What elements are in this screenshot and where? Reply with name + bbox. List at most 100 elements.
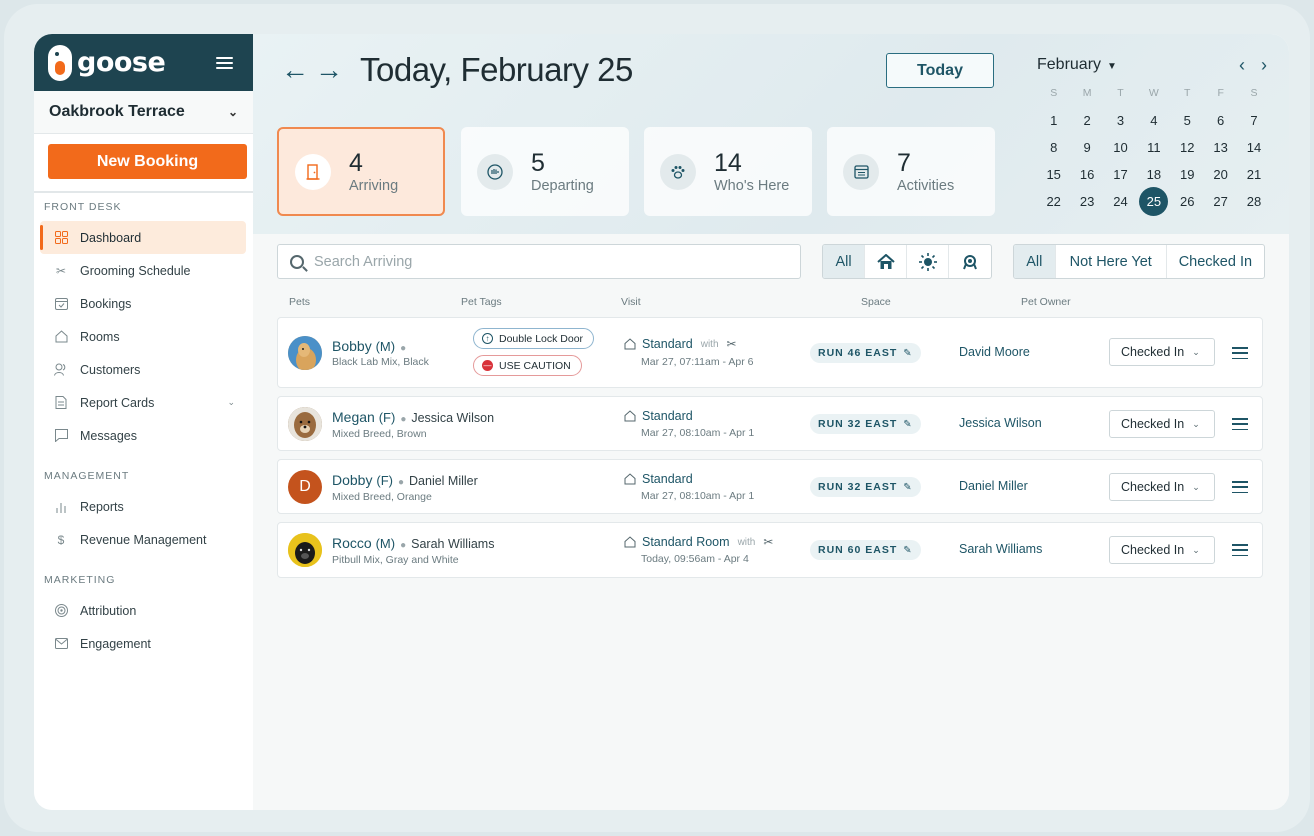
calendar-icon (843, 153, 879, 190)
status-filter-all[interactable]: All (1014, 245, 1056, 278)
table-row[interactable]: Megan (F) ● Jessica Wilson Mixed Breed, Br… (277, 396, 1263, 451)
calendar-day[interactable]: 17 (1104, 161, 1137, 188)
sidebar-item-grooming-schedule[interactable]: ✂ Grooming Schedule (34, 254, 253, 287)
calendar-day[interactable]: 12 (1171, 134, 1204, 161)
stat-card-arriving[interactable]: 4 Arriving (277, 127, 445, 216)
list-menu-icon[interactable] (1232, 481, 1248, 493)
calendar-day[interactable]: 18 (1137, 161, 1170, 188)
stat-card-activities[interactable]: 7 Activities (827, 127, 995, 216)
visit-dates: Mar 27, 07:11am - Apr 6 (641, 356, 754, 368)
pet-name[interactable]: Dobby (F) ● Daniel Miller (332, 472, 478, 488)
sidebar-item-reports[interactable]: Reports (34, 490, 253, 523)
calendar-day[interactable]: 3 (1104, 107, 1137, 134)
calendar-day[interactable]: 27 (1204, 188, 1237, 215)
today-button[interactable]: Today (886, 53, 994, 88)
calendar-day[interactable]: 24 (1104, 188, 1137, 215)
status-filter-not-here-yet[interactable]: Not Here Yet (1056, 245, 1167, 278)
sidebar-item-revenue-management[interactable]: $ Revenue Management (34, 523, 253, 556)
sidebar-item-rooms[interactable]: Rooms (34, 320, 253, 353)
chevron-right-icon[interactable]: › (1261, 55, 1267, 76)
calendar-day[interactable]: 28 (1237, 188, 1270, 215)
calendar-day[interactable]: 7 (1237, 107, 1270, 134)
sidebar-item-customers[interactable]: Customers (34, 353, 253, 386)
scissors-icon: ✂ (763, 535, 774, 549)
sidebar-item-bookings[interactable]: Bookings (34, 287, 253, 320)
type-filter-all[interactable]: All (823, 245, 865, 278)
list-menu-icon[interactable] (1232, 418, 1248, 430)
space-badge[interactable]: RUN 32 EAST ✎ (810, 477, 921, 497)
month-selector[interactable]: February ▼ (1037, 56, 1117, 74)
pet-name[interactable]: Megan (F) ● Jessica Wilson (332, 409, 494, 425)
brand-bar: goose (34, 34, 253, 91)
pet-tag[interactable]: — USE CAUTION (473, 355, 582, 376)
calendar-day-selected[interactable]: 25 (1137, 187, 1170, 216)
list-menu-icon[interactable] (1232, 347, 1248, 359)
table-row[interactable]: D Dobby (F) ● Daniel Miller Mixed Breed, O… (277, 459, 1263, 514)
calendar-day[interactable]: 4 (1137, 107, 1170, 134)
sidebar-item-engagement[interactable]: Engagement (34, 627, 253, 660)
sidebar-item-dashboard[interactable]: Dashboard (40, 221, 246, 254)
calendar-day[interactable]: 15 (1037, 161, 1070, 188)
column-header-pet-owner: Pet Owner (1021, 296, 1071, 308)
calendar-day[interactable]: 1 (1037, 107, 1070, 134)
weekday-label: T (1184, 87, 1191, 99)
table-row[interactable]: Bobby (M) ● Black Lab Mix, Black ↑ Double … (277, 317, 1263, 388)
stat-card-whos-here[interactable]: 14 Who's Here (644, 127, 812, 216)
stat-card-departing[interactable]: 5 Departing (461, 127, 629, 216)
pet-owner-link[interactable]: Sarah Williams (959, 542, 1042, 556)
list-menu-icon[interactable] (1232, 544, 1248, 556)
chevron-left-icon[interactable]: ‹ (1239, 55, 1245, 76)
wave-icon (477, 153, 513, 190)
location-selector[interactable]: Oakbrook Terrace ⌄ (34, 91, 253, 134)
sidebar-item-label: Grooming Schedule (80, 263, 191, 278)
calendar-day[interactable]: 8 (1037, 134, 1070, 161)
boarding-filter-home-icon[interactable] (865, 245, 907, 278)
grooming-filter-icon[interactable] (949, 245, 991, 278)
arrow-left-icon[interactable]: ← (281, 56, 309, 84)
calendar-day[interactable]: 22 (1037, 188, 1070, 215)
search-input[interactable] (314, 253, 774, 270)
calendar-day[interactable]: 5 (1171, 107, 1204, 134)
calendar-day[interactable]: 10 (1104, 134, 1137, 161)
calendar-day[interactable]: 11 (1137, 134, 1170, 161)
daycare-filter-sun-icon[interactable] (907, 245, 949, 278)
sidebar-item-messages[interactable]: Messages (34, 419, 253, 452)
page-title: Today, February 25 (360, 51, 633, 88)
status-filter-checked-in[interactable]: Checked In (1167, 245, 1264, 278)
table-row[interactable]: Rocco (M) ● Sarah Williams Pitbull Mix, Gr… (277, 522, 1263, 578)
pet-tag[interactable]: ↑ Double Lock Door (473, 328, 595, 349)
space-badge[interactable]: RUN 60 EAST ✎ (810, 540, 921, 560)
calendar-day[interactable]: 16 (1070, 161, 1103, 188)
calendar-day[interactable]: 19 (1171, 161, 1204, 188)
calendar-day[interactable]: 6 (1204, 107, 1237, 134)
space-badge[interactable]: RUN 46 EAST ✎ (810, 343, 921, 363)
calendar-day[interactable]: 21 (1237, 161, 1270, 188)
date-navigation: ← → (281, 56, 343, 84)
pet-name[interactable]: Bobby (M) ● (332, 338, 411, 354)
pet-name[interactable]: Rocco (M) ● Sarah Williams (332, 535, 494, 551)
new-booking-button[interactable]: New Booking (48, 144, 247, 179)
space-badge[interactable]: RUN 32 EAST ✎ (810, 414, 921, 434)
pet-owner-link[interactable]: Jessica Wilson (959, 416, 1042, 430)
dashboard-header: ← → Today, February 25 Today 4 Arriving (253, 34, 1289, 234)
sidebar-item-report-cards[interactable]: Report Cards ⌄ (34, 386, 253, 419)
status-dropdown[interactable]: Checked In ⌄ (1109, 410, 1215, 438)
calendar-day[interactable]: 20 (1204, 161, 1237, 188)
bar-chart-icon (54, 500, 68, 514)
calendar-day[interactable]: 9 (1070, 134, 1103, 161)
calendar-day[interactable]: 26 (1171, 188, 1204, 215)
pet-owner-link[interactable]: David Moore (959, 345, 1030, 359)
calendar-day[interactable]: 14 (1237, 134, 1270, 161)
calendar-day[interactable]: 13 (1204, 134, 1237, 161)
status-dropdown[interactable]: Checked In ⌄ (1109, 473, 1215, 501)
calendar-day[interactable]: 2 (1070, 107, 1103, 134)
status-dropdown[interactable]: Checked In ⌄ (1109, 536, 1215, 564)
sidebar-item-attribution[interactable]: Attribution (34, 594, 253, 627)
status-dropdown[interactable]: Checked In ⌄ (1109, 338, 1215, 366)
pet-owner-link[interactable]: Daniel Miller (959, 479, 1028, 493)
search-box[interactable] (277, 244, 801, 279)
avatar: D (288, 470, 322, 504)
hamburger-menu-icon[interactable] (216, 56, 233, 69)
arrow-right-icon[interactable]: → (315, 56, 343, 84)
calendar-day[interactable]: 23 (1070, 188, 1103, 215)
